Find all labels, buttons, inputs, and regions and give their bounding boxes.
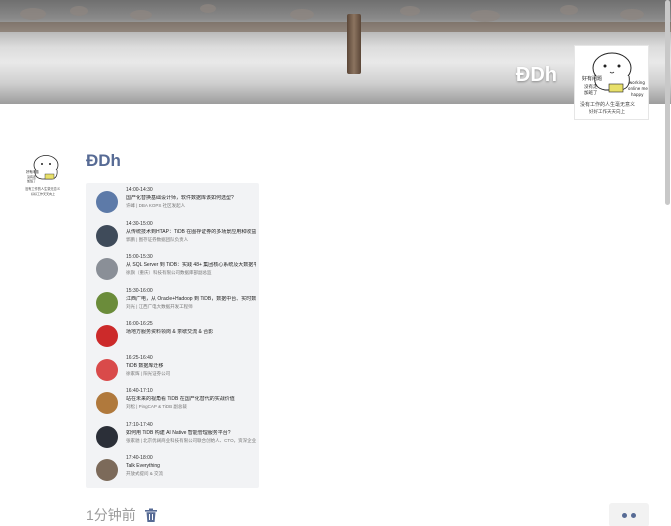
- speaker-avatar: [96, 224, 118, 247]
- agenda-time: 16:40-17:10: [126, 388, 153, 394]
- agenda-speaker: 刘光 | 江西广电大数据开发工程师: [126, 303, 193, 309]
- sticker-text-7: 没有工作的人生毫无意义: [580, 101, 635, 108]
- cover-image[interactable]: ĐDh: [0, 0, 671, 104]
- cover-rail: [0, 22, 671, 32]
- post-image-agenda[interactable]: 14:00-14:30 国产化替换基础设计师，软件数据库该如何选型? 许峰 | DB…: [86, 183, 259, 488]
- cover-avatar[interactable]: 好有问题 没有走 加班了 working online me happy 没有工…: [574, 45, 649, 120]
- agenda-row: 16:40-17:10 站在未来的视角看 TiDB 在国产化替代的实战价值 刘松 |…: [96, 388, 254, 422]
- speaker-avatar: [96, 358, 118, 381]
- agenda-time: 17:10-17:40: [126, 421, 153, 428]
- agenda-title: 国产化替换基础设计师，软件数据库该如何选型?: [126, 195, 234, 201]
- agenda-speaker: 许峰 | DBA KOPS 社区发起人: [126, 203, 186, 208]
- agenda-time: 14:30-15:00: [126, 220, 153, 227]
- sticker-text-5: online me: [628, 86, 648, 91]
- post-author-name[interactable]: ĐDh: [86, 151, 121, 171]
- sticker-text-4: working: [629, 80, 645, 85]
- agenda-title: 如何用 TiDB 构建 AI Native 智能管理服务平台?: [126, 429, 231, 436]
- agenda-row: 16:00-16:25 场地方服务资料领岗 & 茶歇交流 & 合影: [96, 321, 254, 355]
- avatar-text-1: 好有问题: [26, 169, 40, 174]
- agenda-time: 15:00-15:30: [126, 254, 153, 260]
- agenda-row: 17:40-18:00 Talk Everything 开放式提问 & 交流: [96, 455, 254, 488]
- agenda-speaker: 徐旗（重庆）科技有限公司数据库部副总监: [126, 270, 212, 275]
- speaker-avatar: [96, 191, 118, 213]
- scrollbar-thumb[interactable]: [665, 0, 670, 205]
- agenda-title: 站在未来的视角看 TiDB 在国产化替代的实战价值: [126, 396, 235, 402]
- more-actions-button[interactable]: [609, 503, 649, 526]
- speaker-avatar: [96, 392, 118, 414]
- agenda-row: 14:30-15:00 从传统技术到HTAP：TiDB 在图存证券的多场景应用和收…: [96, 220, 256, 255]
- agenda-time: 16:00-16:25: [126, 321, 153, 327]
- agenda-speaker: 张家驰 | 北京优阔商业科技有限公司联合创始人、CTO，资深企业数字化咨询专家: [126, 437, 256, 443]
- agenda-row: 15:00-15:30 从 SQL Server 到 TiDB：实践 48+ 集团…: [96, 254, 256, 288]
- agenda-speaker: 刘松 | PingCAP & TiDB 副总裁: [126, 404, 187, 409]
- more-dots-icon: [631, 513, 636, 518]
- post-author-avatar[interactable]: 好有问题 没有走 加班了 没有工作的人生毫无意义 好好工作天天向上: [23, 151, 70, 198]
- speaker-avatar: [96, 291, 118, 314]
- speaker-avatar: [96, 425, 118, 448]
- avatar-text-3: 加班了: [27, 178, 36, 183]
- speaker-avatar: [96, 258, 118, 280]
- agenda-time: 17:40-18:00: [126, 455, 153, 461]
- sticker-text-1: 好有问题: [582, 75, 602, 82]
- agenda-time: 16:25-16:40: [126, 354, 153, 361]
- sticker-text-3: 加班了: [584, 89, 598, 96]
- agenda-title: Talk Everything: [126, 463, 160, 469]
- agenda-row: 17:10-17:40 如何用 TiDB 构建 AI Native 智能管理服务平…: [96, 421, 256, 456]
- post-time: 1分钟前: [86, 507, 136, 523]
- sticker-text-2: 没有走: [584, 83, 598, 90]
- cover-user-name[interactable]: ĐDh: [516, 64, 557, 87]
- moments-page: ĐDh 好有问题 没有走 加班了 working online me happy…: [0, 0, 671, 526]
- speaker-avatar: [96, 459, 118, 481]
- avatar-text-4: 没有工作的人生毫无意义: [25, 186, 61, 191]
- sticker-text-6: happy: [631, 92, 644, 97]
- agenda-speaker: 徐家辉 | 阳光证券公司: [126, 370, 171, 376]
- speaker-avatar: [96, 325, 118, 347]
- agenda-row: 14:00-14:30 国产化替换基础设计师，软件数据库该如何选型? 许峰 | DB…: [96, 187, 254, 221]
- agenda-speaker: 开放式提问 & 交流: [126, 471, 164, 476]
- agenda-speaker: 郭鹏 | 图存证券数据团队负责人: [126, 236, 189, 242]
- cover-wooden-post: [347, 14, 361, 74]
- sticker-cat-image: 好有问题 没有走 加班了 working online me happy 没有工…: [575, 46, 648, 119]
- agenda-time: 15:30-16:00: [126, 287, 153, 294]
- agenda-title: 从传统技术到HTAP：TiDB 在图存证券的多场景应用和收益: [126, 228, 256, 235]
- agenda-title: 场地方服务资料领岗 & 茶歇交流 & 合影: [126, 329, 214, 335]
- trash-icon[interactable]: [144, 508, 158, 523]
- agenda-row: 16:25-16:40 TiDB 数据库迁移 徐家辉 | 阳光证券公司: [96, 355, 254, 389]
- agenda-title: TiDB 数据库迁移: [126, 362, 164, 369]
- more-dots-icon: [622, 513, 627, 518]
- agenda-title: 从 SQL Server 到 TiDB：实践 48+ 集团核心系统及大数据平台的…: [126, 262, 256, 268]
- agenda-row: 15:30-16:00 江西广电，从 Oracle+Hadoop 到 TiDB，数…: [96, 287, 256, 322]
- avatar-text-5: 好好工作天天向上: [31, 191, 55, 196]
- agenda-title: 江西广电，从 Oracle+Hadoop 到 TiDB，数据中台、实时数仓进阶分…: [126, 295, 256, 302]
- agenda-time: 14:00-14:30: [126, 187, 153, 193]
- post-meta: 1分钟前: [86, 505, 158, 525]
- sticker-text-8: 好好工作天天向上: [589, 108, 625, 115]
